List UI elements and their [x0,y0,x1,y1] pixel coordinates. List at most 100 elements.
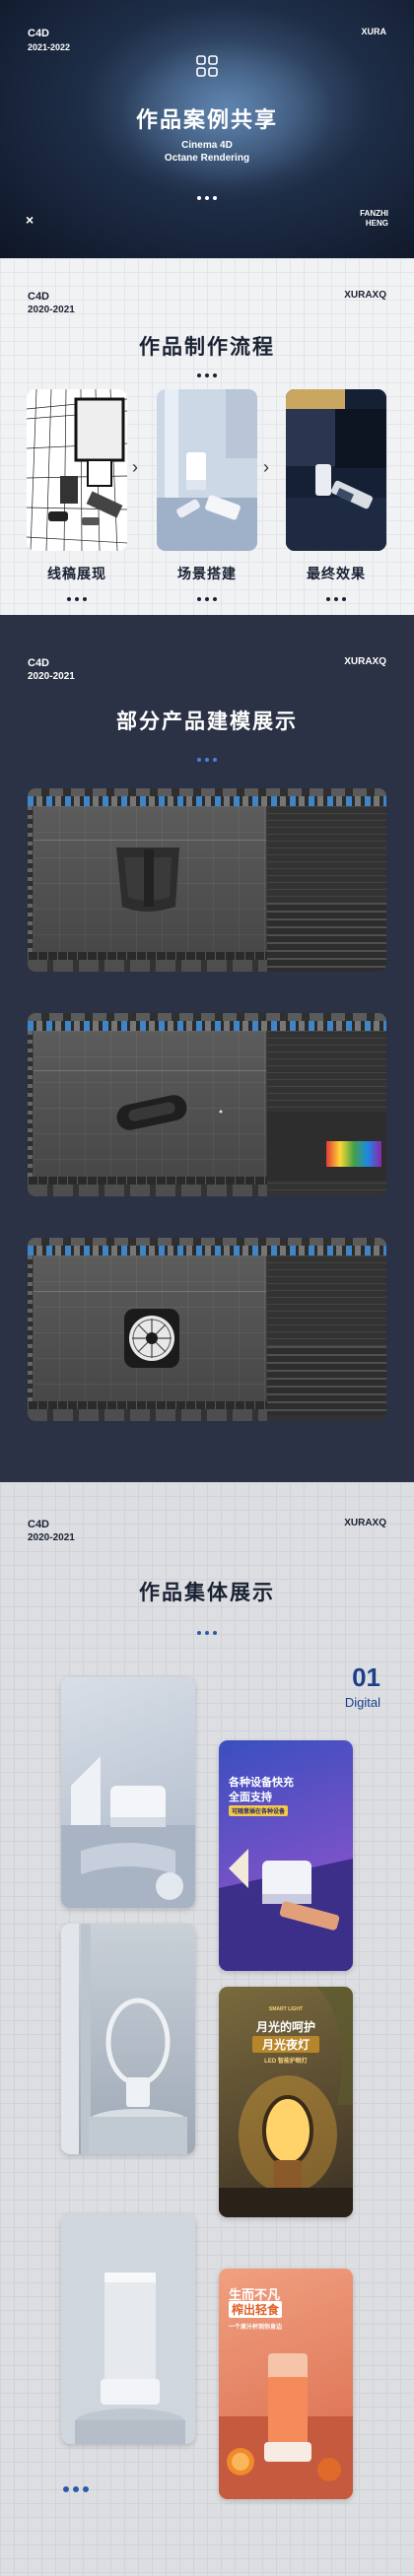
c4d-timeline [28,1177,267,1185]
c4d-screenshot-bag[interactable] [28,788,386,972]
gallery-years: 2020-2021 [28,1532,75,1543]
c4d-menubar [28,1013,386,1021]
dot [197,196,201,200]
c4d-viewport [34,806,266,952]
gallery-card-juicer-grey[interactable] [61,2213,195,2444]
workflow-title-dots [0,365,414,382]
models-right-label: XURAXQ [344,656,386,667]
step2-dots [157,588,257,606]
poster2-line1: 月光的呵护 [255,2020,315,2034]
grid-logo-icon [196,55,218,77]
gallery-card-lamp-grey[interactable] [61,1924,195,2154]
c4d-left-toolbar [28,1031,33,1177]
gallery-bottom-dots [61,2479,106,2497]
scene-image [157,389,257,551]
step3-dots [286,588,386,606]
hero-subtitle: Cinema 4D Octane Rendering [0,139,414,165]
dot [197,373,201,377]
dot [197,758,201,762]
hero-author: FANZHI HENG [360,209,388,229]
gallery-number: 01 [352,1662,380,1692]
c4d-viewport [34,1031,266,1177]
gallery-card-charger-poster[interactable]: 各种设备快充 全面支持 可随意插在各种设备 [219,1740,353,1971]
wireframe-image [27,389,127,551]
dot [213,758,217,762]
gallery-card-lamp-poster[interactable]: SMART LIGHT 月光的呵护 月光夜灯 LED 智能护眼灯 [219,1987,353,2217]
hero-years: 2021-2022 [28,42,71,52]
workflow-brand-name: C4D [28,291,50,303]
workflow-years: 2020-2021 [28,305,75,315]
c4d-viewport [34,1255,266,1401]
hero-subtitle-line1: Cinema 4D [181,140,233,151]
dot [213,196,217,200]
hero-top-right-label: XURA [361,27,386,36]
juicer-scene-image [61,2213,195,2444]
workflow-card-scene[interactable] [157,389,257,551]
dot [342,597,346,601]
dot [63,2486,69,2492]
workflow-card-final[interactable] [286,389,386,551]
gallery-brand: C4D 2020-2021 [28,1518,75,1545]
dot [197,597,201,601]
color-picker[interactable] [326,1141,381,1167]
dot [326,597,330,601]
models-title-dots [0,749,414,767]
dot [75,597,79,601]
gallery-title: 作品集体展示 [139,1582,275,1604]
poster2-tag: LED 智能护眼灯 [264,2059,308,2065]
poster2-line2: 月光夜灯 [252,2036,319,2053]
dot [205,1631,209,1635]
dot [197,1631,201,1635]
hero-pagination-dots [0,187,414,205]
models-section: C4D 2020-2021 XURAXQ 部分产品建模展示 [0,615,414,1482]
hero-subtitle-line2: Octane Rendering [164,153,250,164]
c4d-timeline [28,1401,267,1409]
hero-section: C4D 2021-2022 XURA 作品案例共享 Cinema 4D Octa… [0,0,414,258]
author-line2: HENG [365,219,388,228]
c4d-menubar [28,1238,386,1246]
poster1-line2: 全面支持 [229,1792,272,1803]
dot [205,597,209,601]
c4d-attribute-panel [267,903,386,972]
lamp-scene-image [61,1924,187,2154]
chevron-right-icon: › [132,457,138,477]
dot [213,373,217,377]
c4d-material-bar [28,1409,267,1421]
chevron-right-icon: › [263,457,269,477]
gallery-card-juicer-poster[interactable]: 生而不凡 榨出轻食 一个果汁杯到你身边 [219,2269,353,2499]
dot [213,597,217,601]
c4d-attribute-panel [267,1346,386,1415]
workflow-title: 作品制作流程 [139,336,275,359]
dot [334,597,338,601]
c4d-screenshot-fan[interactable] [28,1238,386,1421]
workflow-step-label-3: 最终效果 [307,566,366,581]
poster2-top: SMART LIGHT [268,2006,304,2012]
hero-brand: C4D 2021-2022 [28,27,70,54]
dot [205,196,209,200]
workflow-step-label-2: 场景搭建 [177,566,237,581]
workflow-card-wireframe[interactable] [27,389,127,551]
models-years: 2020-2021 [28,671,75,682]
hero-title: 作品案例共享 [135,107,278,132]
bag-model-icon [116,847,179,912]
dot [213,1631,217,1635]
c4d-left-toolbar [28,806,33,952]
c4d-screenshot-speaker[interactable] [28,1013,386,1196]
close-icon[interactable]: × [26,212,34,228]
hero-brand-name: C4D [28,28,50,39]
author-line1: FANZHI [360,209,388,218]
dot [73,2486,79,2492]
poster3-line2: 榨出轻食 [229,2301,283,2318]
c4d-attribute-panel [267,1112,386,1181]
gallery-card-charger-grey[interactable] [61,1677,195,1908]
charger-scene-image [61,1756,195,1908]
c4d-toolbar [28,796,386,806]
dot [67,597,71,601]
workflow-brand: C4D 2020-2021 [28,290,75,317]
c4d-menubar [28,788,386,796]
poster3-tag: 一个果汁杯到你身边 [229,2325,283,2331]
dot [205,758,209,762]
gallery-brand-name: C4D [28,1519,50,1530]
models-title: 部分产品建模展示 [116,711,298,733]
models-brand: C4D 2020-2021 [28,656,75,684]
